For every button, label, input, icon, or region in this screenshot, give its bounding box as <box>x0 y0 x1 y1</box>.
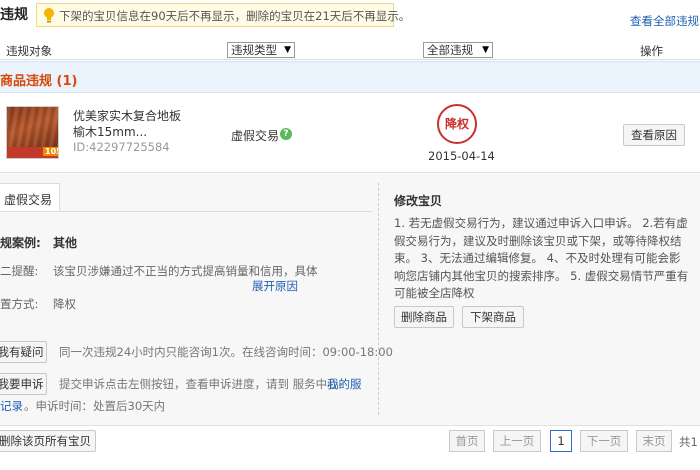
fix-title: 修改宝贝 <box>394 194 443 208</box>
notice-bar: 下架的宝贝信息在90天后不再显示，删除的宝贝在21天后不再显示。 <box>36 3 410 27</box>
violation-type: 虚假交易 <box>231 129 280 143</box>
current-page[interactable]: 1 <box>550 430 572 452</box>
delist-item-button[interactable]: 下架商品 <box>462 306 524 328</box>
method-value: 降权 <box>53 297 76 311</box>
method-label: 置方式: <box>0 297 39 311</box>
item-name-line1[interactable]: 优美家实木复合地板 <box>73 107 181 124</box>
item-thumbnail[interactable]: 105 <box>6 106 59 159</box>
reminder-text: 该宝贝涉嫌通过不正当的方式提高销量和信用，具体 <box>53 264 318 278</box>
view-all-violations-link[interactable]: 查看全部违规 <box>630 13 699 29</box>
lightbulb-icon <box>42 7 56 23</box>
case-value: 其他 <box>53 236 78 250</box>
fix-text: 1. 若无虚假交易行为，建议通过申诉入口申诉。 2.若有虚假交易行为，建议及时删… <box>394 216 689 300</box>
item-name-line2[interactable]: 榆木15mm... <box>73 123 147 140</box>
last-page-button[interactable]: 末页 <box>636 430 672 452</box>
table-header <box>0 38 700 60</box>
violation-type-select[interactable]: 违规类型 ▼ <box>227 42 295 58</box>
reminder-label: 二提醒: <box>0 264 39 278</box>
section-header: 商品违规 (1) <box>0 61 700 93</box>
first-page-button[interactable]: 首页 <box>449 430 485 452</box>
page-title: 违规 <box>0 7 28 23</box>
help-icon[interactable]: ? <box>280 128 292 140</box>
question-button[interactable]: 我有疑问 <box>0 341 47 363</box>
question-text: 同一次违规24小时内只能咨询1次。在线咨询时间：09:00-18:00 <box>59 345 393 359</box>
delete-item-button[interactable]: 删除商品 <box>394 306 454 328</box>
service-center-link[interactable]: 我的服 <box>327 376 362 392</box>
col-action-label: 操作 <box>640 44 663 58</box>
item-id: ID:42297725584 <box>73 140 170 154</box>
detail-divider <box>378 183 379 415</box>
col-object-label: 违规对象 <box>6 44 52 58</box>
dropdown-arrow-icon: ▼ <box>284 45 291 55</box>
penalty-stamp: 降权 <box>437 104 477 144</box>
appeal-time: 。申诉时间：处置后30天内 <box>24 399 166 413</box>
section-title: 商品违规 (1) <box>0 74 78 89</box>
delete-all-button[interactable]: 删除该页所有宝贝 <box>0 430 96 452</box>
dropdown-arrow-icon: ▼ <box>482 45 489 55</box>
notice-text: 下架的宝贝信息在90天后不再显示，删除的宝贝在21天后不再显示。 <box>59 9 411 23</box>
case-label: 规案例: <box>0 236 41 250</box>
violation-date: 2015-04-14 <box>428 149 495 163</box>
next-page-button[interactable]: 下一页 <box>580 430 628 452</box>
expand-reason-link[interactable]: 展开原因 <box>252 278 298 294</box>
detail-tab: 虚假交易 <box>0 183 60 211</box>
total-pages: 共1 <box>679 435 698 449</box>
appeal-text: 提交申诉点击左侧按钮，查看申诉进度，请到 服务中心- <box>59 377 343 391</box>
appeal-button[interactable]: 我要申诉 <box>0 373 47 395</box>
view-reason-button[interactable]: 查看原因 <box>623 124 685 146</box>
service-center-link-cont[interactable]: 记录 <box>0 398 23 414</box>
violation-status-select[interactable]: 全部违规 ▼ <box>423 42 493 58</box>
prev-page-button[interactable]: 上一页 <box>493 430 541 452</box>
thumb-badge: 105 <box>43 147 58 156</box>
